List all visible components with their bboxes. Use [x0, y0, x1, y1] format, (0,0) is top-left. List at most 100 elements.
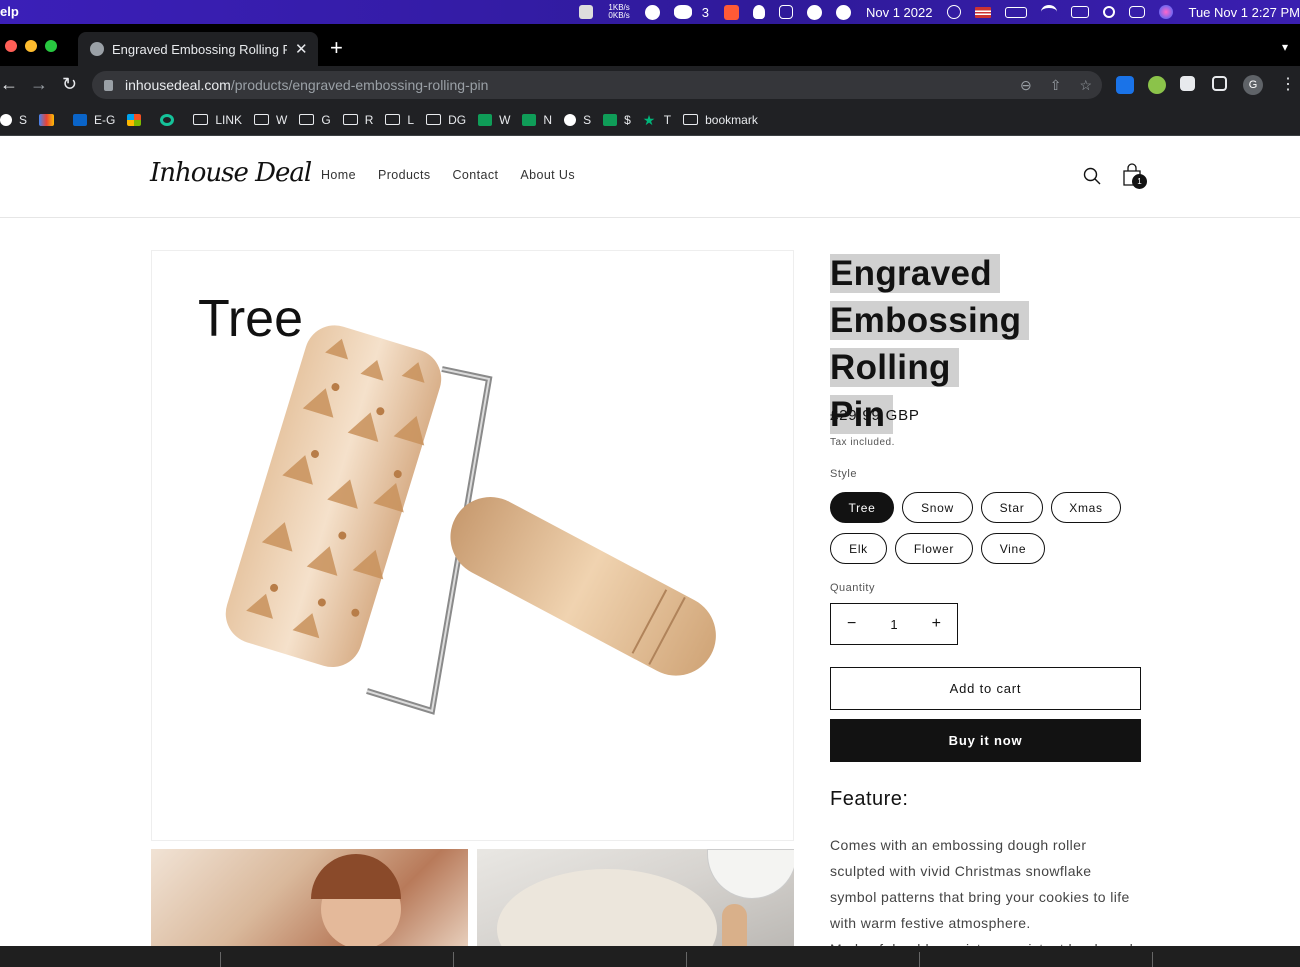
- control-center-icon[interactable]: [1129, 6, 1146, 18]
- add-to-cart-button[interactable]: Add to cart: [830, 667, 1141, 710]
- bowl-photo: [707, 849, 794, 899]
- flag-us-icon[interactable]: [975, 6, 992, 18]
- folder-icon: [683, 114, 699, 125]
- spotlight-search-icon[interactable]: [1103, 6, 1116, 18]
- bookmark-sheets-w[interactable]: W: [478, 113, 510, 127]
- close-window-icon[interactable]: [5, 40, 17, 52]
- style-option-tree[interactable]: Tree: [830, 492, 894, 523]
- bookmark-s[interactable]: S: [0, 113, 27, 127]
- folder-icon: [299, 114, 315, 125]
- product-thumbnail-1[interactable]: [151, 849, 468, 949]
- teamviewer-icon[interactable]: [644, 4, 660, 20]
- bookmark-outlook[interactable]: E-G: [73, 113, 115, 127]
- product-main-image[interactable]: Tree: [151, 250, 794, 841]
- bookmark-gmail[interactable]: [39, 113, 61, 126]
- site-logo[interactable]: Inhouse Deal: [150, 158, 312, 188]
- app-menu-help[interactable]: elp: [0, 4, 19, 19]
- product-info: Engraved Embossing Rolling Pin £29.99 GB…: [830, 250, 1142, 957]
- nav-about-us[interactable]: About Us: [520, 168, 575, 182]
- time-machine-icon[interactable]: [947, 5, 962, 19]
- bookmark-folder-r[interactable]: R: [342, 113, 373, 127]
- folder-icon: [385, 114, 401, 125]
- bookmark-star-t[interactable]: ★ T: [643, 113, 671, 127]
- menubar-status-area: 1KB/s 0KB/s 3 Nov 1 2022 Tue Nov 1 2:27 P…: [572, 0, 1300, 24]
- bookmark-microsoft[interactable]: [127, 113, 148, 126]
- siri-icon[interactable]: [1159, 5, 1174, 19]
- url-host: inhousedeal.com: [125, 77, 231, 93]
- style-option-vine[interactable]: Vine: [981, 533, 1045, 564]
- buy-it-now-button[interactable]: Buy it now: [830, 719, 1141, 762]
- menubar-date: Nov 1 2022: [865, 4, 933, 20]
- nav-home[interactable]: Home: [321, 168, 356, 182]
- side-panel-icon[interactable]: [1212, 76, 1227, 91]
- keyboard-icon[interactable]: [1071, 6, 1090, 18]
- macos-menubar: elp 1KB/s 0KB/s 3 Nov 1 2022 Tue Nov 1 2:…: [0, 0, 1300, 24]
- bookmark-globe-s[interactable]: S: [564, 113, 591, 127]
- zoom-icon[interactable]: ⊖: [1020, 77, 1032, 94]
- checkmark-icon[interactable]: [806, 4, 822, 20]
- minimize-window-icon[interactable]: [25, 40, 37, 52]
- reload-icon[interactable]: ↻: [62, 74, 77, 95]
- back-arrow-icon[interactable]: ←: [0, 74, 18, 95]
- style-option-snow[interactable]: Snow: [902, 492, 973, 523]
- microsoft-icon: [127, 113, 142, 126]
- menubar-clock[interactable]: Tue Nov 1 2:27 PM: [1188, 5, 1300, 20]
- dough-photo: [497, 869, 717, 949]
- close-tab-icon[interactable]: ✕: [295, 40, 308, 58]
- address-bar[interactable]: inhousedeal.com /products/engraved-embos…: [92, 71, 1102, 99]
- nav-contact[interactable]: Contact: [452, 168, 498, 182]
- product-title-line-1: Engraved: [830, 254, 1000, 293]
- cat-icon[interactable]: [579, 5, 594, 19]
- sheets-icon: [522, 113, 537, 126]
- green-extension-icon[interactable]: [1148, 76, 1166, 94]
- qq-icon[interactable]: [752, 5, 765, 19]
- script-icon[interactable]: [778, 5, 793, 19]
- style-option-flower[interactable]: Flower: [895, 533, 973, 564]
- product-thumbnail-2[interactable]: [477, 849, 794, 949]
- decrease-quantity-button[interactable]: −: [831, 615, 872, 633]
- nav-products[interactable]: Products: [378, 168, 431, 182]
- bookmark-sheets-dollar[interactable]: $: [603, 113, 631, 127]
- lock-icon[interactable]: [104, 79, 113, 91]
- extensions-puzzle-icon[interactable]: [1180, 76, 1195, 91]
- sheets-icon: [603, 113, 618, 126]
- quantity-input[interactable]: 1: [872, 617, 915, 632]
- globe-icon: [564, 113, 577, 126]
- wifi-icon[interactable]: [1041, 5, 1058, 19]
- folder-icon: [193, 114, 209, 125]
- forward-arrow-icon[interactable]: →: [30, 74, 48, 95]
- bottom-status-bar: [0, 946, 1300, 967]
- download-extension-icon[interactable]: [1116, 76, 1134, 94]
- wechat-icon[interactable]: [673, 5, 692, 19]
- style-option-elk[interactable]: Elk: [830, 533, 887, 564]
- profile-avatar[interactable]: G: [1243, 75, 1263, 95]
- cart-count-badge: 1: [1132, 174, 1147, 189]
- battery-icon[interactable]: [1005, 6, 1028, 18]
- increase-quantity-button[interactable]: +: [916, 615, 957, 633]
- new-tab-button[interactable]: +: [330, 37, 343, 59]
- bookmark-folder-w[interactable]: W: [254, 113, 287, 127]
- bookmark-folder-dg[interactable]: DG: [426, 113, 466, 127]
- app-red-icon[interactable]: [723, 4, 739, 20]
- play-icon[interactable]: [835, 4, 851, 20]
- style-option-xmas[interactable]: Xmas: [1051, 492, 1121, 523]
- browser-menu-icon[interactable]: ⋮: [1280, 74, 1296, 94]
- bookmark-folder-g[interactable]: G: [299, 113, 331, 127]
- bookmark-star-icon[interactable]: ☆: [1079, 77, 1092, 94]
- style-label: Style: [830, 468, 857, 480]
- search-icon[interactable]: [1083, 167, 1101, 185]
- bookmark-folder-l[interactable]: L: [385, 113, 414, 127]
- bookmark-folder-link[interactable]: LINK: [193, 113, 242, 127]
- g-logo-icon: [160, 113, 175, 126]
- bookmark-sheets-n[interactable]: N: [522, 113, 552, 127]
- tab-product[interactable]: Engraved Embossing Rolling Pin ✕: [78, 32, 318, 66]
- divider: [220, 952, 221, 967]
- bookmark-grammarly[interactable]: [160, 113, 181, 126]
- tab-search-chevron-icon[interactable]: ▾: [1282, 40, 1288, 54]
- style-option-star[interactable]: Star: [981, 492, 1043, 523]
- bookmark-folder-bookmark[interactable]: bookmark: [683, 113, 758, 127]
- wechat-count: 3: [701, 4, 709, 20]
- product-price: £29.99 GBP: [830, 407, 920, 424]
- share-icon[interactable]: ⇧: [1050, 77, 1062, 94]
- zoom-window-icon[interactable]: [45, 40, 57, 52]
